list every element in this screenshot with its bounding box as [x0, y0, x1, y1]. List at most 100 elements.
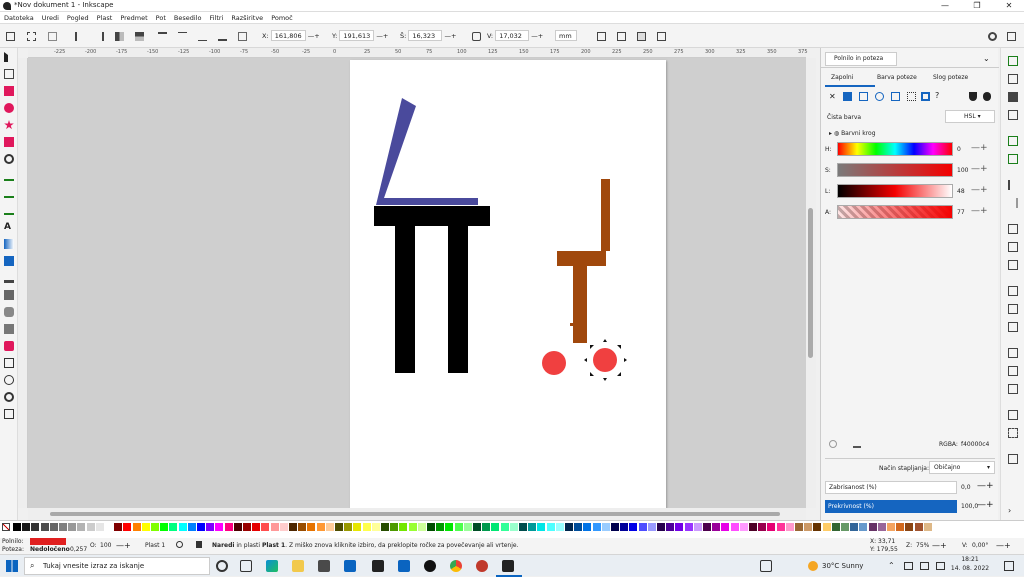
palette-swatch[interactable]: [546, 523, 555, 531]
palette-swatch[interactable]: [371, 523, 380, 531]
alpha-value[interactable]: 77: [957, 209, 965, 216]
palette-swatch[interactable]: [123, 523, 132, 531]
taskbar-search-box[interactable]: ⌕ Tukaj vnesite izraz za iskanje: [24, 557, 210, 575]
palette-swatch[interactable]: [427, 523, 435, 531]
3d-box-tool-icon[interactable]: [4, 137, 14, 147]
align-icon[interactable]: [238, 32, 247, 41]
palette-swatch[interactable]: [629, 523, 638, 531]
blur-slider[interactable]: Zabrisanost (%): [825, 481, 957, 494]
palette-swatch[interactable]: [86, 523, 95, 531]
palette-swatch[interactable]: [473, 523, 481, 531]
menu-plast[interactable]: Plast: [93, 12, 117, 24]
palette-swatch[interactable]: [795, 523, 803, 531]
current-layer-select[interactable]: Plast 1: [145, 542, 165, 549]
palette-swatch[interactable]: [178, 523, 187, 531]
palette-swatch[interactable]: [923, 523, 932, 531]
weather-text[interactable]: 30°C Sunny: [822, 562, 863, 570]
dropper-tool-icon[interactable]: [4, 273, 14, 283]
palette-swatch[interactable]: [914, 523, 923, 531]
new-document-icon[interactable]: [1008, 56, 1018, 66]
palette-swatch[interactable]: [887, 523, 895, 531]
palette-swatch[interactable]: [638, 523, 647, 531]
brown-chair-back-shape[interactable]: [601, 179, 610, 251]
opacity-stepper[interactable]: —+: [977, 500, 994, 510]
clock-date[interactable]: 14. 08. 2022: [946, 565, 994, 572]
panel-menu-chevron-icon[interactable]: ⌄: [983, 54, 990, 63]
language-icon[interactable]: [936, 562, 945, 570]
snap-options-icon[interactable]: [1007, 32, 1016, 41]
height-stepper[interactable]: —+: [531, 32, 543, 40]
group-icon[interactable]: [1008, 410, 1018, 420]
rectangle-tool-icon[interactable]: [4, 86, 14, 96]
purple-chair-back-shape[interactable]: [376, 98, 478, 205]
palette-swatch[interactable]: [325, 523, 334, 531]
palette-swatch[interactable]: [399, 523, 408, 531]
unlink-clone-icon[interactable]: [1008, 384, 1018, 394]
clone-icon[interactable]: [1008, 366, 1018, 376]
blend-mode-select[interactable]: Običajno ▾: [929, 461, 995, 474]
palette-swatch[interactable]: [335, 523, 343, 531]
color-picker-icon[interactable]: [853, 440, 861, 448]
menu-predmet[interactable]: Predmet: [116, 12, 151, 24]
brown-chair-leg-shape[interactable]: [573, 266, 587, 343]
palette-swatch[interactable]: [59, 523, 67, 531]
color-wheel-expander[interactable]: ▸ ◍ Barvni krog: [829, 130, 876, 137]
palette-swatch[interactable]: [877, 523, 886, 531]
subtab-stroke-style[interactable]: Slog poteze: [933, 74, 968, 81]
export-icon[interactable]: [1008, 154, 1018, 164]
lower-icon[interactable]: [198, 32, 207, 41]
tweak-tool-icon[interactable]: [4, 307, 14, 317]
palette-swatch[interactable]: [279, 523, 288, 531]
black-table-left-leg-shape[interactable]: [395, 226, 415, 373]
red-circle-selected-shape[interactable]: [593, 348, 617, 372]
amazon-icon[interactable]: [372, 560, 384, 572]
black-table-top-shape[interactable]: [374, 206, 490, 226]
color-palette[interactable]: [0, 520, 1024, 538]
palette-swatch[interactable]: [436, 523, 445, 531]
windows-start-icon[interactable]: [6, 560, 18, 572]
no-paint-icon[interactable]: ✕: [829, 92, 836, 101]
y-field[interactable]: 191,613: [339, 30, 375, 41]
unit-select[interactable]: mm: [555, 30, 577, 41]
height-field[interactable]: 17,032: [495, 30, 530, 41]
rotate-ccw-icon[interactable]: [75, 32, 84, 41]
palette-swatch[interactable]: [675, 523, 684, 531]
rotate-cw-icon[interactable]: [95, 32, 104, 41]
saturation-value[interactable]: 100: [957, 167, 968, 174]
palette-swatch[interactable]: [298, 523, 307, 531]
snap-toggle-icon[interactable]: [988, 32, 997, 41]
select-all-icon[interactable]: [6, 32, 15, 41]
stroke-width-value[interactable]: 0,257: [70, 546, 87, 553]
palette-swatch[interactable]: [647, 523, 656, 531]
tray-chevron-icon[interactable]: ⌃: [888, 561, 895, 570]
menu-uredi[interactable]: Uredi: [38, 12, 63, 24]
palette-swatch[interactable]: [49, 523, 58, 531]
close-button[interactable]: ✕: [994, 0, 1024, 12]
eraser-tool-icon[interactable]: [4, 341, 14, 351]
color-mode-select[interactable]: HSL ▾: [945, 110, 995, 123]
paste-icon[interactable]: [1008, 260, 1018, 270]
ellipse-tool-icon[interactable]: [4, 103, 14, 113]
lock-icon[interactable]: [472, 32, 481, 41]
zoom-selection-icon[interactable]: [1008, 286, 1018, 296]
palette-swatch[interactable]: [417, 523, 426, 531]
menu-datoteka[interactable]: Datoteka: [0, 12, 38, 24]
palette-swatch[interactable]: [307, 523, 316, 531]
palette-swatch[interactable]: [785, 523, 794, 531]
spiral-tool-icon[interactable]: [4, 154, 14, 164]
palette-swatch[interactable]: [390, 523, 399, 531]
pencil-tool-icon[interactable]: [4, 188, 14, 198]
palette-swatch[interactable]: [105, 523, 113, 531]
palette-swatch[interactable]: [684, 523, 693, 531]
redo-icon[interactable]: [1008, 198, 1018, 208]
linear-gradient-icon[interactable]: [859, 92, 868, 101]
palette-swatch[interactable]: [289, 523, 297, 531]
clock-time[interactable]: 18:21: [946, 556, 994, 563]
raise-to-top-icon[interactable]: [158, 32, 167, 41]
menu-pogled[interactable]: Pogled: [63, 12, 93, 24]
brown-chair-seat-shape[interactable]: [557, 251, 606, 266]
zoom-tool-icon[interactable]: [4, 392, 14, 402]
vertical-scrollbar[interactable]: [806, 58, 816, 508]
palette-swatch[interactable]: [896, 523, 905, 531]
spray-tool-icon[interactable]: [4, 324, 14, 334]
